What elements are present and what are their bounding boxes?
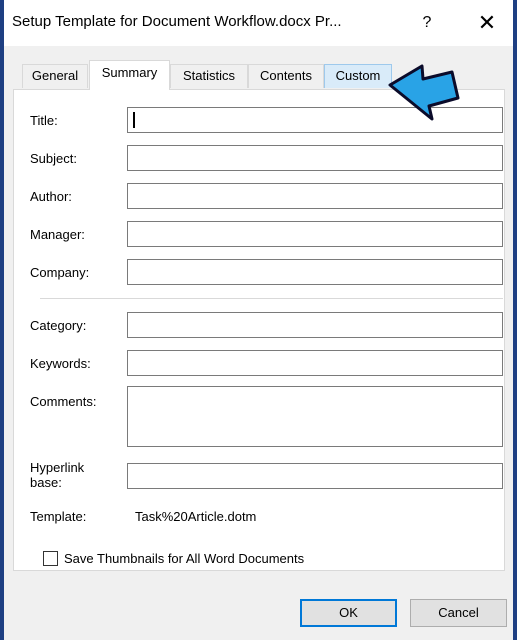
company-label: Company:: [30, 265, 90, 280]
hyperlink-base-label-line1: Hyperlink: [30, 460, 85, 475]
hyperlink-base-label-line2: base:: [30, 475, 62, 490]
window-title: Setup Template for Document Workflow.doc…: [12, 13, 342, 30]
keywords-field[interactable]: [127, 350, 503, 376]
author-label: Author:: [30, 189, 72, 204]
cancel-button[interactable]: Cancel: [410, 599, 507, 627]
comments-label: Comments:: [30, 394, 97, 409]
tab-contents[interactable]: Contents: [248, 64, 324, 88]
ok-button[interactable]: OK: [300, 599, 397, 627]
author-field[interactable]: [127, 183, 503, 209]
template-label: Template:: [30, 509, 87, 524]
save-thumbnails-checkbox[interactable]: [43, 551, 58, 566]
keywords-label: Keywords:: [30, 356, 91, 371]
template-value: Task%20Article.dotm: [135, 509, 257, 524]
title-label: Title:: [30, 113, 58, 128]
manager-field[interactable]: [127, 221, 503, 247]
title-bar: Setup Template for Document Workflow.doc…: [4, 0, 513, 46]
section-divider: [40, 298, 503, 299]
tab-general[interactable]: General: [22, 64, 88, 88]
hyperlink-base-field[interactable]: [127, 463, 503, 489]
tab-statistics[interactable]: Statistics: [170, 64, 248, 88]
text-cursor: [133, 112, 135, 128]
subject-field[interactable]: [127, 145, 503, 171]
comments-field[interactable]: [127, 386, 503, 447]
subject-label: Subject:: [30, 151, 77, 166]
company-field[interactable]: [127, 259, 503, 285]
tab-summary[interactable]: Summary: [89, 60, 170, 90]
tab-custom[interactable]: Custom: [324, 64, 392, 88]
manager-label: Manager:: [30, 227, 85, 242]
help-button[interactable]: ?: [412, 10, 442, 36]
hyperlink-base-label: Hyperlink base:: [30, 460, 84, 490]
document-properties-dialog: Setup Template for Document Workflow.doc…: [4, 0, 513, 640]
category-field[interactable]: [127, 312, 503, 338]
close-button[interactable]: ✕: [470, 8, 504, 38]
save-thumbnails-label[interactable]: Save Thumbnails for All Word Documents: [64, 551, 304, 566]
arrow-pointer-icon: [388, 64, 460, 121]
category-label: Category:: [30, 318, 87, 333]
